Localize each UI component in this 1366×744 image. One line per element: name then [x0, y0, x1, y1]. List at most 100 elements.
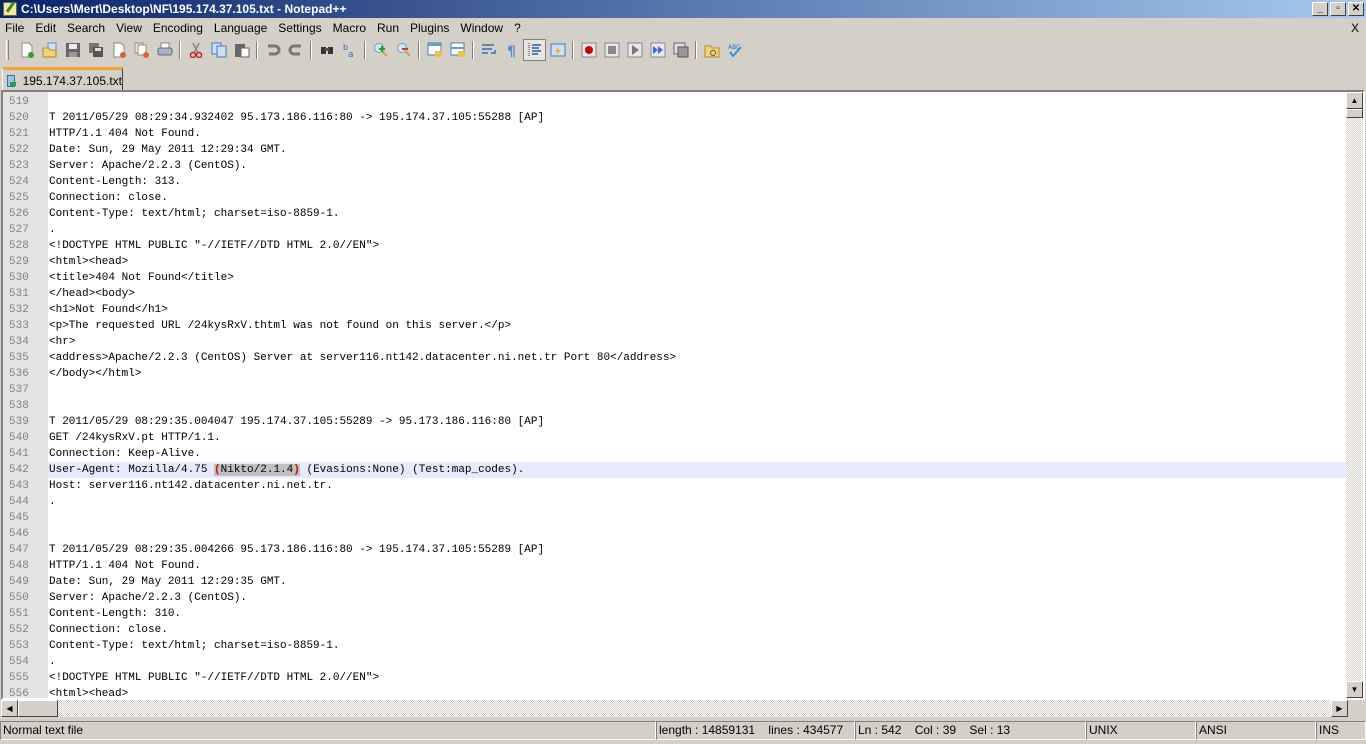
scroll-up-button[interactable]: ▲	[1346, 92, 1363, 109]
editor-line[interactable]: 536 </body></html>	[3, 366, 1346, 382]
menu-settings[interactable]: Settings	[273, 21, 327, 35]
sync-horizontal-scroll-icon[interactable]	[446, 39, 469, 61]
editor-line[interactable]: 520 T 2011/05/29 08:29:34.932402 95.173.1…	[3, 110, 1346, 126]
editor-line[interactable]: 523 Server: Apache/2.2.3 (CentOS).	[3, 158, 1346, 174]
show-all-characters-icon[interactable]: ¶	[500, 39, 523, 61]
editor-line[interactable]: 541 Connection: Keep-Alive.	[3, 446, 1346, 462]
line-number: 537	[3, 382, 48, 398]
horizontal-scrollbar[interactable]: ◀ ▶	[1, 700, 1348, 717]
editor[interactable]: 519 520 T 2011/05/29 08:29:34.932402 95.17…	[1, 90, 1365, 700]
editor-line[interactable]: 528 <!DOCTYPE HTML PUBLIC "-//IETF//DTD H…	[3, 238, 1346, 254]
menu-window[interactable]: Window	[455, 21, 509, 35]
editor-line[interactable]: 545	[3, 510, 1346, 526]
editor-line[interactable]: 548 HTTP/1.1 404 Not Found.	[3, 558, 1346, 574]
editor-line[interactable]: 552 Connection: close.	[3, 622, 1346, 638]
cut-icon[interactable]	[184, 39, 207, 61]
sync-vertical-scroll-icon[interactable]	[423, 39, 446, 61]
scroll-down-button[interactable]: ▼	[1346, 681, 1363, 698]
close-document-button[interactable]: X	[1351, 21, 1359, 35]
line-number: 533	[3, 318, 48, 334]
editor-line[interactable]: 555 <!DOCTYPE HTML PUBLIC "-//IETF//DTD H…	[3, 670, 1346, 686]
new-file-icon[interactable]	[15, 39, 38, 61]
copy-icon[interactable]	[207, 39, 230, 61]
paste-icon[interactable]	[230, 39, 253, 61]
editor-line[interactable]: 531 </head><body>	[3, 286, 1346, 302]
editor-line[interactable]: 547 T 2011/05/29 08:29:35.004266 95.173.1…	[3, 542, 1346, 558]
word-wrap-icon[interactable]	[477, 39, 500, 61]
close-all-icon[interactable]	[130, 39, 153, 61]
editor-line[interactable]: 546	[3, 526, 1346, 542]
indent-guide-icon[interactable]	[523, 39, 546, 61]
menu-help[interactable]: ?	[509, 21, 527, 35]
editor-line[interactable]: 556 <html><head>	[3, 686, 1346, 698]
save-all-icon[interactable]	[84, 39, 107, 61]
line-text: .	[49, 496, 56, 508]
editor-line[interactable]: 550 Server: Apache/2.2.3 (CentOS).	[3, 590, 1346, 606]
line-number: 543	[3, 478, 48, 494]
editor-line[interactable]: 539 T 2011/05/29 08:29:35.004047 195.174.…	[3, 414, 1346, 430]
playback-macro-icon[interactable]	[623, 39, 646, 61]
editor-line[interactable]: 521 HTTP/1.1 404 Not Found.	[3, 126, 1346, 142]
scroll-left-button[interactable]: ◀	[1, 700, 18, 717]
close-file-icon[interactable]	[107, 39, 130, 61]
editor-line[interactable]: 549 Date: Sun, 29 May 2011 12:29:35 GMT.	[3, 574, 1346, 590]
redo-icon[interactable]	[284, 39, 307, 61]
editor-line[interactable]: 533 <p>The requested URL /24kysRxV.thtml …	[3, 318, 1346, 334]
editor-line[interactable]: 543 Host: server116.nt142.datacenter.ni.n…	[3, 478, 1346, 494]
record-macro-icon[interactable]	[577, 39, 600, 61]
spell-check-icon[interactable]: ABC	[723, 39, 746, 61]
editor-line[interactable]: 535 <address>Apache/2.2.3 (CentOS) Server…	[3, 350, 1346, 366]
replace-icon[interactable]: ba	[338, 39, 361, 61]
close-button[interactable]: ✕	[1348, 2, 1364, 16]
editor-line[interactable]: 554.	[3, 654, 1346, 670]
editor-line[interactable]: 534 <hr>	[3, 334, 1346, 350]
editor-line[interactable]: 540 GET /24kysRxV.pt HTTP/1.1.	[3, 430, 1346, 446]
horizontal-scroll-thumb[interactable]	[18, 700, 58, 717]
open-folder-icon[interactable]	[700, 39, 723, 61]
tab-195-174-37-105-txt[interactable]: 195.174.37.105.txt	[2, 67, 123, 91]
editor-line[interactable]: 522 Date: Sun, 29 May 2011 12:29:34 GMT.	[3, 142, 1346, 158]
zoom-in-icon[interactable]	[369, 39, 392, 61]
menu-plugins[interactable]: Plugins	[405, 21, 455, 35]
editor-line[interactable]: 537	[3, 382, 1346, 398]
selection-highlight[interactable]: (Nikto/2.1.4)	[214, 464, 300, 476]
menu-edit[interactable]: Edit	[30, 21, 62, 35]
editor-line[interactable]: 527.	[3, 222, 1346, 238]
vertical-scrollbar[interactable]: ▲ ▼	[1346, 92, 1363, 698]
zoom-out-icon[interactable]	[392, 39, 415, 61]
user-defined-language-icon[interactable]	[546, 39, 569, 61]
editor-line[interactable]: 525 Connection: close.	[3, 190, 1346, 206]
print-icon[interactable]	[153, 39, 176, 61]
menu-encoding[interactable]: Encoding	[148, 21, 209, 35]
open-file-icon[interactable]	[38, 39, 61, 61]
find-icon[interactable]	[315, 39, 338, 61]
minimize-button[interactable]: _	[1312, 2, 1328, 16]
undo-icon[interactable]	[261, 39, 284, 61]
stop-recording-icon[interactable]	[600, 39, 623, 61]
menu-run[interactable]: Run	[372, 21, 405, 35]
editor-line[interactable]: 519	[3, 94, 1346, 110]
run-macro-multiple-icon[interactable]	[646, 39, 669, 61]
editor-line[interactable]: 526 Content-Type: text/html; charset=iso-…	[3, 206, 1346, 222]
menu-file[interactable]: File	[0, 21, 30, 35]
menu-search[interactable]: Search	[62, 21, 111, 35]
editor-line[interactable]: 530 <title>404 Not Found</title>	[3, 270, 1346, 286]
save-icon[interactable]	[61, 39, 84, 61]
editor-line[interactable]: 538	[3, 398, 1346, 414]
editor-line[interactable]: 551 Content-Length: 310.	[3, 606, 1346, 622]
title-bar: C:\Users\Mert\Desktop\NF\195.174.37.105.…	[0, 0, 1366, 18]
menu-macro[interactable]: Macro	[328, 21, 372, 35]
vertical-scroll-thumb[interactable]	[1346, 109, 1363, 118]
editor-line[interactable]: 524 Content-Length: 313.	[3, 174, 1346, 190]
editor-line[interactable]: 542 User-Agent: Mozilla/4.75 (Nikto/2.1.4…	[3, 462, 1346, 478]
editor-line[interactable]: 529 <html><head>	[3, 254, 1346, 270]
editor-line[interactable]: 544.	[3, 494, 1346, 510]
save-macro-icon[interactable]	[669, 39, 692, 61]
editor-line[interactable]: 532 <h1>Not Found</h1>	[3, 302, 1346, 318]
restore-button[interactable]: ▫	[1330, 2, 1346, 16]
toolbar-grip[interactable]	[6, 40, 9, 60]
menu-language[interactable]: Language	[209, 21, 273, 35]
menu-view[interactable]: View	[111, 21, 148, 35]
scroll-right-button[interactable]: ▶	[1331, 700, 1348, 717]
editor-line[interactable]: 553 Content-Type: text/html; charset=iso-…	[3, 638, 1346, 654]
